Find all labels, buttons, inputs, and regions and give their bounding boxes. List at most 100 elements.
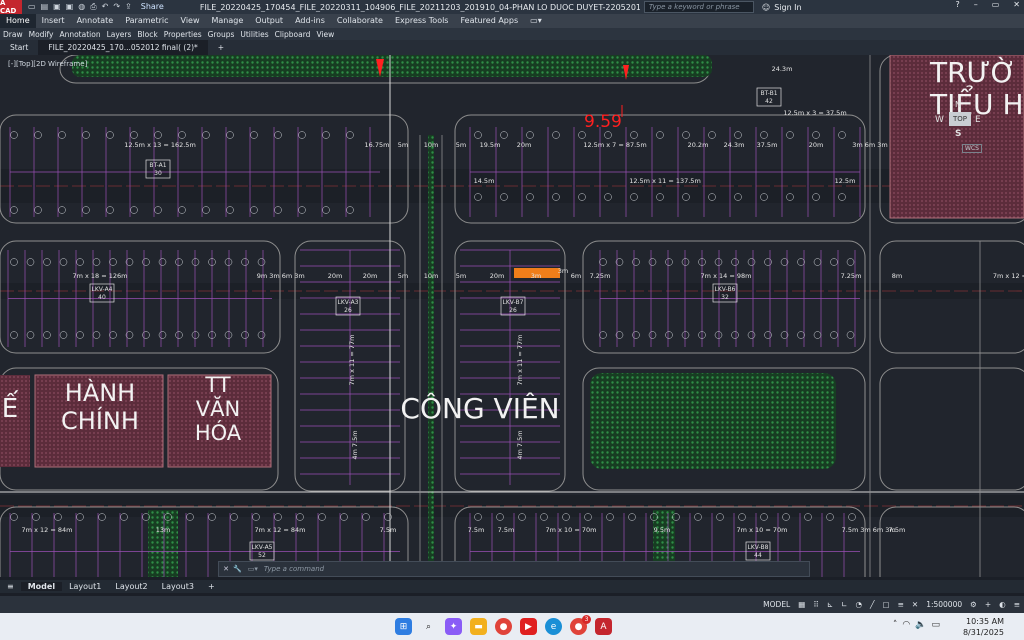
panel-layers[interactable]: Layers bbox=[104, 30, 135, 39]
tab-active-drawing[interactable]: FILE_20220425_170...052012 final( (2)* bbox=[38, 40, 208, 55]
block-tag[interactable]: LKV-B844 bbox=[745, 541, 771, 561]
start-icon[interactable]: ⊞ bbox=[395, 618, 412, 635]
tab-start[interactable]: Start bbox=[0, 40, 38, 55]
block-tag[interactable]: LKV-A552 bbox=[249, 541, 275, 561]
autocad-icon[interactable]: A bbox=[595, 618, 612, 635]
lot-number-marker bbox=[226, 206, 234, 214]
snap-icon[interactable]: ⠿ bbox=[809, 600, 823, 609]
infer-icon[interactable]: ⊾ bbox=[823, 600, 837, 609]
lineweight-icon[interactable]: ≡ bbox=[894, 600, 908, 609]
compass-north[interactable]: N bbox=[955, 100, 961, 109]
isolate-icon[interactable]: ◐ bbox=[995, 600, 1010, 609]
view-cube[interactable]: N W TOP E S WCS bbox=[935, 100, 985, 155]
tab-express-tools[interactable]: Express Tools bbox=[389, 14, 455, 28]
ortho-icon[interactable]: ∟ bbox=[837, 600, 851, 609]
tab-parametric[interactable]: Parametric bbox=[119, 14, 174, 28]
settings-icon[interactable]: ⚙ bbox=[966, 600, 981, 609]
lot-number-marker bbox=[10, 258, 18, 266]
minimize-icon[interactable]: – bbox=[974, 0, 978, 9]
polar-icon[interactable]: ◔ bbox=[851, 600, 866, 609]
panel-groups[interactable]: Groups bbox=[205, 30, 238, 39]
annotation-scale-icon[interactable]: ✕ bbox=[908, 600, 922, 609]
chevron-up-icon[interactable]: ˄ bbox=[893, 620, 898, 630]
tab-insert[interactable]: Insert bbox=[36, 14, 71, 28]
panel-modify[interactable]: Modify bbox=[26, 30, 57, 39]
grid-icon[interactable]: ▦ bbox=[794, 600, 809, 609]
volume-icon[interactable]: 🔈 bbox=[915, 620, 926, 630]
file-explorer-icon[interactable]: ▬ bbox=[470, 618, 487, 635]
edge-icon[interactable]: e bbox=[545, 618, 562, 635]
panel-view[interactable]: View bbox=[313, 30, 337, 39]
open-icon[interactable]: ▤ bbox=[41, 2, 49, 12]
close-icon[interactable]: ✕ bbox=[219, 565, 233, 573]
sign-in-link[interactable]: Sign In bbox=[774, 3, 801, 12]
isodraft-icon[interactable]: ╱ bbox=[866, 600, 879, 609]
command-line[interactable]: ✕ 🔧 ▭▾ Type a command bbox=[218, 561, 810, 577]
chrome-profile-icon[interactable]: ● 3 bbox=[570, 615, 591, 635]
compass-east[interactable]: E bbox=[975, 115, 981, 125]
wrench-icon[interactable]: 🔧 bbox=[233, 565, 242, 573]
youtube-icon[interactable]: ▶ bbox=[520, 618, 537, 635]
add-layout-button[interactable]: + bbox=[201, 582, 222, 591]
help-icon[interactable]: ? bbox=[955, 0, 959, 9]
save-as-icon[interactable]: ▣ bbox=[66, 2, 74, 12]
block-tag[interactable]: BT-B142 bbox=[756, 87, 782, 107]
undo-icon[interactable]: ↶ bbox=[102, 2, 109, 12]
print-icon[interactable]: ⎙ bbox=[90, 2, 96, 12]
tab-layout3[interactable]: Layout3 bbox=[155, 582, 201, 591]
panel-clipboard[interactable]: Clipboard bbox=[272, 30, 314, 39]
new-icon[interactable]: ▭ bbox=[28, 2, 36, 12]
tab-view[interactable]: View bbox=[175, 14, 206, 28]
ribbon-options-icon[interactable]: ▭▾ bbox=[524, 14, 548, 28]
app-logo-icon[interactable]: A CAD bbox=[0, 0, 22, 15]
tab-collaborate[interactable]: Collaborate bbox=[331, 14, 389, 28]
web-icon[interactable]: ◍ bbox=[78, 2, 85, 12]
copilot-icon[interactable]: ✦ bbox=[445, 618, 462, 635]
layouts-menu-icon[interactable]: ≡ bbox=[0, 582, 21, 591]
tab-featured-apps[interactable]: Featured Apps bbox=[454, 14, 524, 28]
compass-west[interactable]: W bbox=[935, 115, 944, 125]
user-icon[interactable]: ☺ bbox=[762, 3, 770, 12]
share-icon[interactable]: ⇪ bbox=[125, 2, 132, 12]
drawing-canvas[interactable]: BT-A1 30 BT-B1 42 LKV-A4 40 LKV-A3 26 LKV-B7 26 LK… bbox=[0, 55, 1024, 577]
tab-output[interactable]: Output bbox=[249, 14, 289, 28]
model-space-button[interactable]: MODEL bbox=[759, 600, 794, 609]
viewport-label[interactable]: [-][Top][2D Wireframe] bbox=[8, 60, 87, 68]
wcs-label[interactable]: WCS bbox=[962, 144, 982, 153]
tab-add-ins[interactable]: Add-ins bbox=[289, 14, 331, 28]
panel-annotation[interactable]: Annotation bbox=[56, 30, 103, 39]
compass-south[interactable]: S bbox=[955, 129, 961, 139]
block-tag[interactable]: LKV-A326 bbox=[335, 296, 361, 316]
prompt-icon[interactable]: ▭▾ bbox=[248, 565, 258, 573]
tab-annotate[interactable]: Annotate bbox=[71, 14, 120, 28]
panel-utilities[interactable]: Utilities bbox=[237, 30, 271, 39]
block-tag[interactable]: LKV-B726 bbox=[500, 296, 526, 316]
site-plan[interactable]: BT-A130BT-B142LKV-A440LKV-A326LKV-B726LK… bbox=[0, 55, 1024, 577]
osnap-icon[interactable]: ▢ bbox=[879, 600, 894, 609]
plus-icon[interactable]: + bbox=[981, 600, 995, 609]
tab-home[interactable]: Home bbox=[0, 14, 36, 28]
customize-icon[interactable]: ≡ bbox=[1010, 600, 1024, 609]
maximize-icon[interactable]: ▭ bbox=[992, 0, 1000, 9]
clock[interactable]: 10:35 AM 8/31/2025 bbox=[963, 616, 1004, 638]
search-icon[interactable]: ⌕ bbox=[420, 618, 437, 635]
battery-icon[interactable]: ▭ bbox=[931, 620, 940, 630]
scale-dropdown[interactable]: 1:500000 bbox=[922, 600, 966, 609]
share-button[interactable]: Share bbox=[141, 2, 164, 12]
redo-icon[interactable]: ↷ bbox=[113, 2, 120, 12]
close-icon[interactable]: ✕ bbox=[1013, 0, 1020, 9]
panel-block[interactable]: Block bbox=[134, 30, 160, 39]
tab-model[interactable]: Model bbox=[20, 582, 63, 591]
view-cube-top[interactable]: TOP bbox=[949, 112, 971, 126]
panel-properties[interactable]: Properties bbox=[161, 30, 205, 39]
tab-layout2[interactable]: Layout2 bbox=[108, 582, 154, 591]
search-input[interactable]: Type a keyword or phrase bbox=[643, 1, 754, 13]
tab-layout1[interactable]: Layout1 bbox=[62, 582, 108, 591]
panel-draw[interactable]: Draw bbox=[0, 30, 26, 39]
tab-manage[interactable]: Manage bbox=[206, 14, 250, 28]
command-input[interactable]: Type a command bbox=[264, 565, 324, 573]
save-icon[interactable]: ▣ bbox=[53, 2, 61, 12]
chrome-icon[interactable]: ● bbox=[495, 618, 512, 635]
new-tab-button[interactable]: + bbox=[208, 40, 234, 55]
wifi-icon[interactable]: ◠ bbox=[902, 620, 910, 630]
